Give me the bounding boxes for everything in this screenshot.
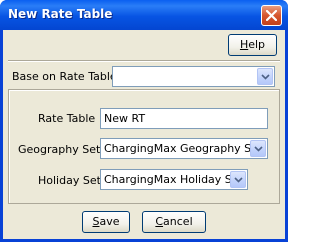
rate-table-name-input[interactable]: New RT: [100, 108, 268, 129]
base-rate-table-dropdown[interactable]: [112, 66, 275, 87]
help-mnemonic: H: [239, 38, 249, 51]
cancel-button[interactable]: Cancel: [142, 211, 206, 233]
rate-table-label: Rate Table: [38, 112, 96, 125]
geography-set-dropdown[interactable]: ChargingMax Geography Set: [100, 138, 268, 159]
cancel-mnemonic: C: [155, 215, 164, 228]
geography-set-dropdown-arrow[interactable]: [250, 140, 266, 157]
save-button[interactable]: Save: [82, 211, 130, 233]
cancel-label-rest: ancel: [163, 215, 193, 228]
help-label-rest: elp: [248, 38, 266, 51]
chevron-down-icon: [261, 74, 270, 80]
base-rate-table-label: Base on Rate Table: [12, 70, 117, 83]
save-label-rest: ave: [99, 215, 120, 228]
chevron-down-icon: [234, 177, 243, 183]
geography-set-label: Geography Set: [18, 143, 101, 156]
dialog-window: New Rate Table Help Base on Rate Table R…: [0, 0, 288, 242]
dialog-body: Help Base on Rate Table Rate Table New R…: [3, 30, 285, 239]
holiday-set-value: ChargingMax Holiday Set: [104, 173, 243, 186]
geography-set-value: ChargingMax Geography Set: [104, 142, 263, 155]
help-button[interactable]: Help: [228, 34, 277, 56]
base-rate-table-dropdown-arrow[interactable]: [257, 68, 273, 85]
window-title: New Rate Table: [8, 7, 113, 21]
top-separator: [8, 60, 280, 62]
holiday-set-dropdown-arrow[interactable]: [230, 171, 246, 188]
close-button[interactable]: [261, 5, 282, 26]
holiday-set-label: Holiday Set: [38, 174, 101, 187]
holiday-set-dropdown[interactable]: ChargingMax Holiday Set: [100, 169, 248, 190]
close-icon: [266, 10, 277, 21]
chevron-down-icon: [254, 146, 263, 152]
title-bar[interactable]: New Rate Table: [0, 0, 288, 30]
